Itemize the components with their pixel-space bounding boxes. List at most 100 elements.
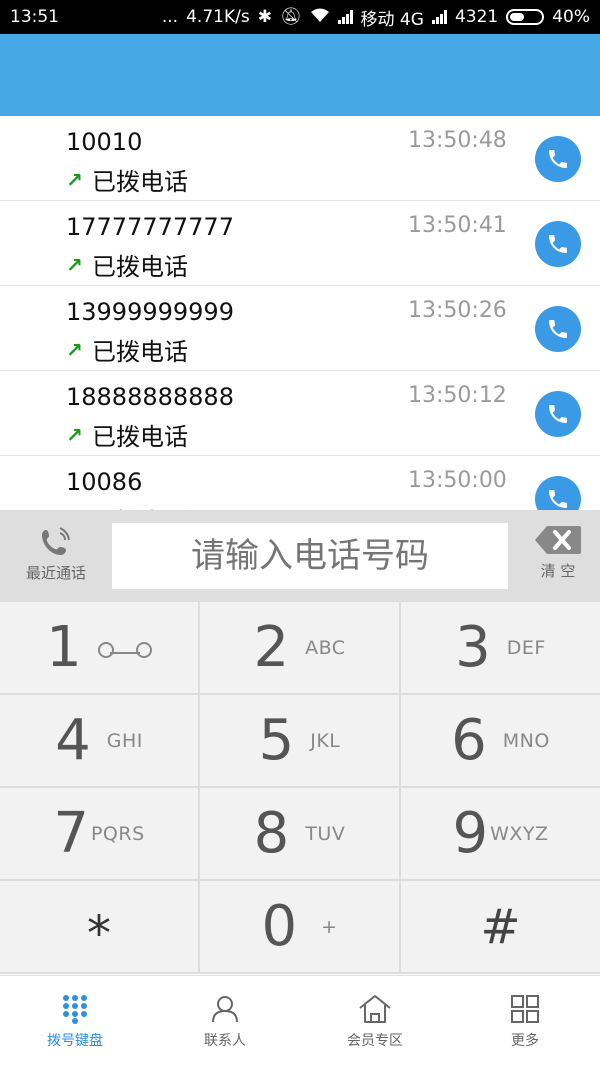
key-letters: GHI <box>106 729 143 752</box>
key-1[interactable]: 1 <box>0 602 200 695</box>
key-4[interactable]: 4 GHI <box>0 695 200 788</box>
key-digit: 9 <box>452 800 489 866</box>
person-icon <box>212 995 238 1022</box>
recent-calls-label: 最近通话 <box>25 564 86 582</box>
call-time: 13:50:00 <box>408 468 507 493</box>
recent-call-icon <box>42 527 70 555</box>
backspace-icon <box>535 526 581 554</box>
recent-calls-button[interactable]: 最近通话 <box>10 524 102 583</box>
key-letters: ABC <box>305 636 346 659</box>
key-0[interactable]: 0 + <box>200 881 401 974</box>
battery-icon <box>506 9 545 25</box>
call-type-label: 已拨电话 <box>92 338 188 366</box>
battery-percent: 40% <box>552 7 590 27</box>
status-bar: 13:51 ... 4.71K/s ✱ 🔕︎ 移动 4G 4321 40% <box>0 0 600 34</box>
call-log-row[interactable]: 17777777777 ↗ 已拨电话 13:50:41 <box>0 201 600 286</box>
key-letters: WXYZ <box>490 822 549 845</box>
dialer-screen: 13:51 ... 4.71K/s ✱ 🔕︎ 移动 4G 4321 40% 10… <box>0 0 600 1067</box>
bottom-nav: 拨号键盘 联系人 会员专区 更多 <box>0 975 600 1067</box>
call-type: ↗ 已拨电话 <box>66 332 188 367</box>
outgoing-arrow-icon: ↗ <box>66 337 83 362</box>
call-type-label: 已拨电话 <box>92 423 188 451</box>
voicemail-icon <box>97 639 152 658</box>
key-letters: DEF <box>506 636 546 659</box>
carrier-label: 移动 4G <box>360 9 424 30</box>
call-number: 10010 <box>66 128 143 156</box>
call-button[interactable] <box>535 476 581 510</box>
mute-bell-icon: 🔕︎ <box>279 7 302 27</box>
outgoing-arrow-icon: ↗ <box>66 252 83 277</box>
call-time: 13:50:48 <box>408 128 507 153</box>
phone-icon <box>549 490 567 508</box>
call-log-row[interactable]: 18888888888 ↗ 已拨电话 13:50:12 <box>0 371 600 456</box>
key-digit: 6 <box>451 707 487 773</box>
key-9[interactable]: 9 WXYZ <box>401 788 600 881</box>
key-letters: JKL <box>310 729 341 752</box>
call-type: ↗ 已拨电话 <box>66 247 188 282</box>
status-dots: ... <box>161 7 179 27</box>
call-number: 17777777777 <box>66 213 234 241</box>
key-digit: 4 <box>55 707 91 773</box>
call-number: 13999999999 <box>66 298 234 326</box>
key-star[interactable]: * <box>0 881 200 974</box>
key-letters: PQRS <box>90 822 145 845</box>
nav-label: 会员专区 <box>347 1032 403 1049</box>
call-number: 10086 <box>66 468 143 496</box>
call-number: 18888888888 <box>66 383 234 411</box>
bluetooth-icon: ✱ <box>257 7 272 27</box>
call-type: ↗已拨电话 <box>66 417 188 452</box>
key-letters: MNO <box>502 729 550 752</box>
call-button[interactable] <box>535 136 581 182</box>
grid-icon <box>511 994 539 1023</box>
call-type-label: 已拨电话 <box>92 168 188 196</box>
key-hash[interactable]: # <box>401 881 600 974</box>
call-type-label: 已拨电话 <box>92 502 188 510</box>
call-time: 13:50:26 <box>408 298 507 323</box>
call-button[interactable] <box>535 221 581 267</box>
call-time: 13:50:41 <box>408 213 507 238</box>
call-button[interactable] <box>535 391 581 437</box>
key-5[interactable]: 5 JKL <box>200 695 401 788</box>
wifi-icon <box>310 7 330 28</box>
call-type: ↗已拨电话 <box>66 502 188 511</box>
nav-more[interactable]: 更多 <box>450 976 600 1067</box>
signal-icon-2 <box>431 10 447 24</box>
key-digit: # <box>480 898 521 955</box>
clear-label: 清 空 <box>540 562 576 580</box>
key-3[interactable]: 3 DEF <box>401 602 600 695</box>
dialpad-icon <box>63 994 87 1024</box>
key-digit: 7 <box>53 800 89 866</box>
key-7[interactable]: 7 PQRS <box>0 788 200 881</box>
dial-keypad: 1 2 ABC 3 DEF 4 GHI 5 JKL 6 MNO 7 PQRS 8 TUV 9W… <box>0 602 600 974</box>
key-digit: 3 <box>455 614 491 680</box>
signal-icon <box>337 10 353 24</box>
call-log-list[interactable]: 10010 ↗ 已拨电话 13:50:48 17777777777 ↗ 已拨电话 1… <box>0 116 600 510</box>
key-letters: TUV <box>305 822 346 845</box>
call-log-row[interactable]: 13999999999 ↗ 已拨电话 13:50:26 <box>0 286 600 371</box>
call-time: 13:50:12 <box>408 383 507 408</box>
call-button[interactable] <box>535 306 581 352</box>
key-digit: 0 <box>261 893 298 959</box>
nav-member[interactable]: 会员专区 <box>300 976 450 1067</box>
key-2[interactable]: 2 ABC <box>200 602 401 695</box>
nav-dialpad[interactable]: 拨号键盘 <box>0 976 150 1067</box>
key-digit: * <box>87 905 111 962</box>
key-digit: 8 <box>253 800 290 866</box>
call-log-row[interactable]: 10086 ↗已拨电话 13:50:00 <box>0 456 600 510</box>
key-8[interactable]: 8 TUV <box>200 788 401 881</box>
phone-number-input[interactable] <box>112 523 508 589</box>
phone-icon <box>549 235 567 253</box>
title-bar <box>0 34 600 116</box>
key-digit: 1 <box>46 614 82 680</box>
phone-icon <box>549 150 567 168</box>
clear-button[interactable]: 清 空 <box>522 524 594 581</box>
status-time: 13:51 <box>10 7 59 27</box>
call-log-row[interactable]: 10010 ↗ 已拨电话 13:50:48 <box>0 116 600 201</box>
key-6[interactable]: 6 MNO <box>401 695 600 788</box>
number-input-bar: 最近通话 清 空 <box>0 510 600 602</box>
nav-contacts[interactable]: 联系人 <box>150 976 300 1067</box>
key-digit: 2 <box>253 614 290 680</box>
home-icon <box>359 994 391 1023</box>
call-type-label: 已拨电话 <box>92 253 188 281</box>
phone-icon <box>549 320 567 338</box>
